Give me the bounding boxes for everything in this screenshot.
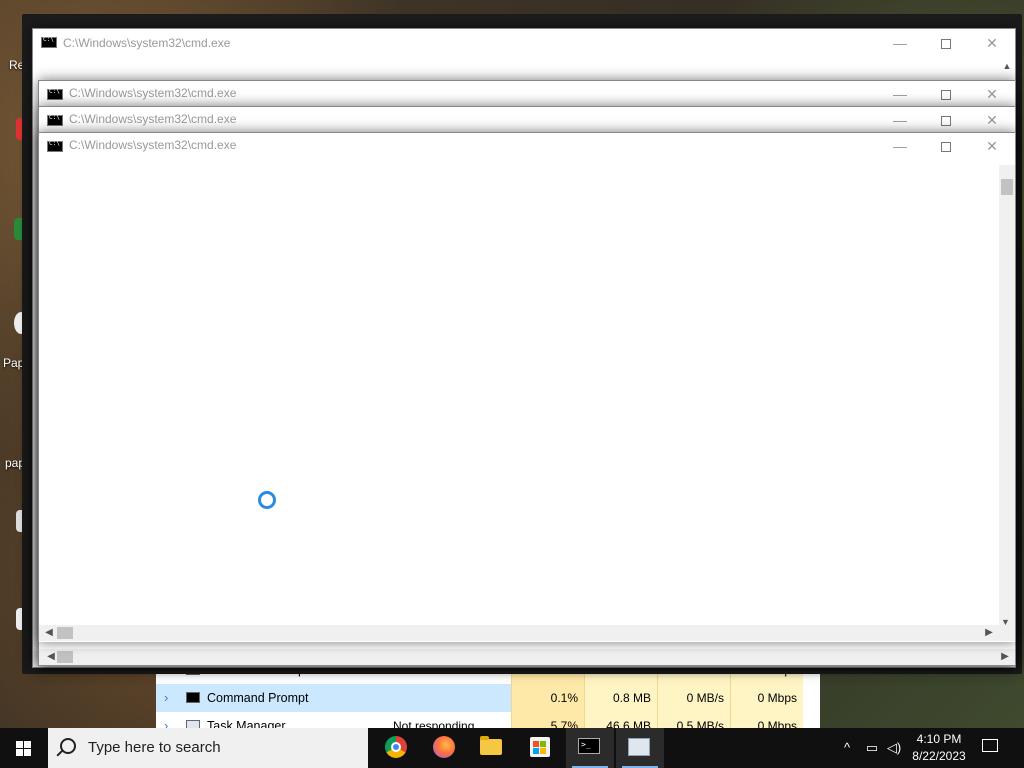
expand-chevron-icon[interactable]: › [164, 712, 176, 728]
start-button[interactable] [0, 728, 48, 768]
horizontal-scrollbar[interactable]: ◀ ▶ [39, 625, 1015, 641]
window-title: C:\Windows\system32\cmd.exe [69, 138, 237, 152]
scroll-up-arrow[interactable]: ▲ [1001, 61, 1013, 73]
cmd-icon[interactable] [566, 728, 614, 768]
maximize-button[interactable] [923, 81, 969, 107]
minimize-button[interactable]: — [877, 81, 923, 107]
disk-cell: 0 MB/s [657, 684, 730, 712]
scroll-right-arrow[interactable]: ▶ [997, 649, 1013, 665]
close-button[interactable]: ✕ [969, 81, 1015, 107]
search-placeholder: Type here to search [88, 739, 221, 756]
network-icon[interactable]: ▭ [862, 728, 882, 768]
process-status: Not responding [393, 719, 475, 728]
horizontal-scrollbar[interactable]: ◀ ▶ [39, 649, 1015, 665]
scroll-left-arrow[interactable]: ◀ [41, 625, 57, 641]
minimize-button[interactable]: — [877, 107, 923, 133]
close-button[interactable]: ✕ [969, 107, 1015, 133]
search-box[interactable]: Type here to search [48, 728, 368, 768]
network-cell: 0 Mbps [730, 712, 803, 728]
close-button[interactable]: ✕ [969, 30, 1015, 56]
volume-icon[interactable]: ◁) [884, 728, 904, 768]
cmd-icon [41, 36, 57, 48]
title-bar[interactable]: C:\Windows\system32\cmd.exe — ✕ [39, 81, 1015, 107]
title-bar[interactable]: C:\Windows\system32\cmd.exe — ✕ [39, 107, 1015, 133]
scroll-thumb[interactable] [1001, 179, 1013, 195]
taskbar: Type here to search ^ ▭ ◁) 4:10 PM 8/22/… [0, 728, 1024, 768]
network-cell: 0 Mbps [730, 684, 803, 712]
title-bar[interactable]: C:\Windows\system32\cmd.exe — ✕ [33, 29, 1015, 57]
process-name: Task Manager [207, 719, 286, 728]
task-manager-icon [186, 720, 200, 728]
maximize-button[interactable] [923, 30, 969, 56]
minimize-button[interactable]: — [877, 133, 923, 159]
vertical-scrollbar[interactable]: ▼ [999, 165, 1015, 627]
memory-cell: 0.8 MB [584, 684, 657, 712]
cmd-icon [47, 140, 63, 152]
chevron-up-icon[interactable]: ^ [838, 728, 856, 768]
memory-cell: 46.6 MB [584, 712, 657, 728]
maximize-button[interactable] [923, 107, 969, 133]
cmd-icon [47, 88, 63, 100]
system-clock[interactable]: 4:10 PM 8/22/2023 [906, 731, 972, 765]
store-icon[interactable] [515, 728, 563, 768]
window-title: C:\Windows\system32\cmd.exe [63, 36, 231, 50]
window-title: C:\Windows\system32\cmd.exe [69, 112, 237, 126]
cmd-icon [186, 692, 200, 703]
search-icon [60, 738, 76, 754]
table-row[interactable]: › Task Manager Not responding 5.7% 46.6 … [156, 712, 820, 728]
notification-icon[interactable] [982, 739, 998, 752]
expand-chevron-icon[interactable]: › [164, 684, 176, 712]
window-title: C:\Windows\system32\cmd.exe [69, 86, 237, 100]
clock-date: 8/22/2023 [912, 749, 966, 763]
scroll-thumb[interactable] [57, 651, 73, 663]
maximize-button[interactable] [923, 133, 969, 159]
busy-cursor-icon [258, 491, 276, 509]
cpu-cell: 5.7% [511, 712, 584, 728]
file-explorer-icon[interactable] [467, 728, 515, 768]
title-bar[interactable]: C:\Windows\system32\cmd.exe — ✕ [39, 133, 1015, 159]
task-manager-icon[interactable] [616, 728, 664, 768]
table-row[interactable]: › Command Prompt 0.1% 0.8 MB 0 MB/s 0 Mb… [156, 684, 820, 712]
scroll-thumb[interactable] [57, 627, 73, 639]
firefox-icon[interactable] [419, 728, 467, 768]
disk-cell: 0.5 MB/s [657, 712, 730, 728]
cmd-window-4[interactable]: C:\Windows\system32\cmd.exe — ✕ ▼ ◀ ▶ [38, 132, 1016, 642]
close-button[interactable]: ✕ [969, 133, 1015, 159]
cmd-icon [47, 114, 63, 126]
clock-time: 4:10 PM [916, 732, 962, 746]
process-name: Command Prompt [207, 691, 309, 705]
minimize-button[interactable]: — [877, 30, 923, 56]
scroll-right-arrow[interactable]: ▶ [981, 625, 997, 641]
chrome-icon[interactable] [371, 728, 419, 768]
cpu-cell: 0.1% [511, 684, 584, 712]
windows-logo-icon [16, 741, 23, 748]
